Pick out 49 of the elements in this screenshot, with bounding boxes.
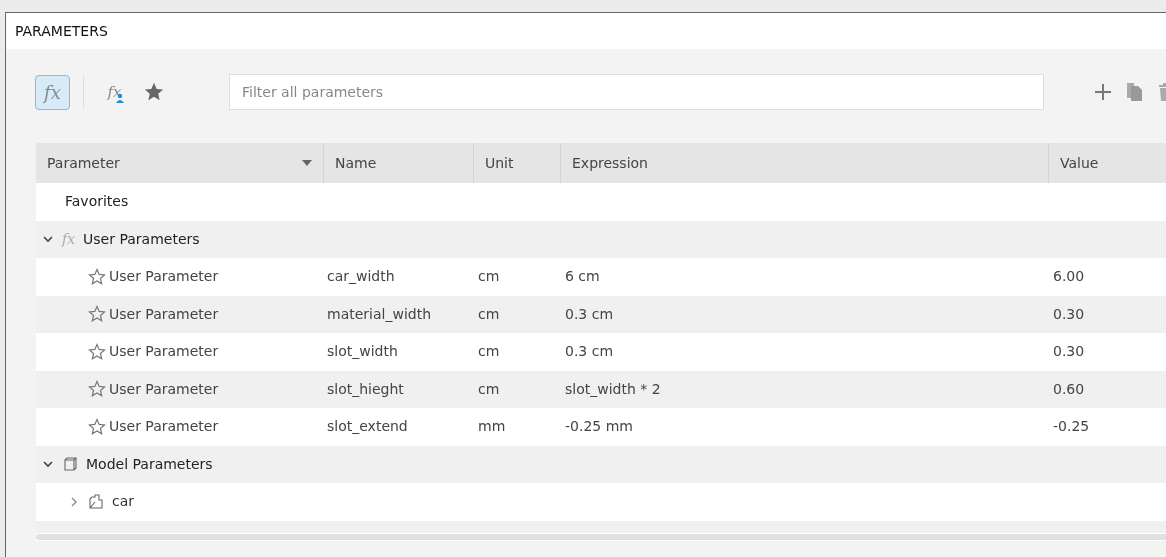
table-cell: -0.25 — [1053, 418, 1090, 435]
table-cell: 0.3 cm — [565, 343, 614, 360]
cube-icon — [62, 456, 78, 473]
table-cell: -0.25 mm — [565, 418, 633, 435]
parameter-row[interactable]: User Parameter slot_extend mm -0.25 mm -0.25 — [36, 408, 1166, 446]
add-icon[interactable] — [1094, 83, 1112, 101]
group-label: Favorites — [65, 192, 129, 212]
component-icon — [88, 493, 104, 510]
table-cell-text: User Parameter — [109, 379, 219, 399]
table-cell: car_width — [327, 268, 395, 285]
copy-icon[interactable] — [1126, 82, 1144, 102]
table-cell: mm — [478, 418, 506, 435]
table-cell-text: User Parameter — [109, 342, 219, 362]
table-cell: slot_width — [327, 343, 398, 360]
parameter-row[interactable]: User Parameter slot_width cm 0.3 cm 0.30 — [36, 333, 1166, 371]
horizontal-scrollbar[interactable] — [36, 532, 1166, 541]
table-cell: slot_width * 2 — [565, 380, 661, 397]
star-outline-icon[interactable] — [88, 305, 106, 324]
table-cell: 0.30 — [1053, 343, 1085, 360]
function-icon: fx — [62, 228, 76, 250]
star-outline-icon[interactable] — [88, 380, 106, 399]
table-cell-text: User Parameter — [109, 267, 219, 287]
dropdown-icon[interactable] — [302, 160, 312, 166]
table-cell: 0.3 cm — [565, 305, 614, 322]
table-cell: material_width — [327, 305, 432, 322]
star-outline-icon[interactable] — [88, 267, 106, 286]
filter-field[interactable]: Filter all parameters — [229, 74, 1044, 110]
star-icon — [142, 81, 165, 103]
table-cell: slot_hieght — [327, 380, 404, 397]
table-cell: slot_extend — [327, 418, 408, 435]
star-outline-icon[interactable] — [88, 417, 106, 436]
table-cell: cm — [478, 305, 500, 322]
group-label: User Parameters — [83, 229, 200, 249]
table-cell-text: User Parameter — [109, 304, 219, 324]
table-cell: cm — [478, 268, 500, 285]
tree-row[interactable]: car — [36, 483, 1166, 521]
table-cell: 6 cm — [565, 268, 600, 285]
parameter-row[interactable]: User Parameter car_width cm 6 cm 6.00 — [36, 258, 1166, 296]
table-cell: cm — [478, 380, 500, 397]
group-label: Model Parameters — [86, 454, 213, 474]
table-cell-text: User Parameter — [109, 417, 219, 437]
column-header[interactable]: Parameter — [36, 143, 323, 183]
table-cell: 0.30 — [1053, 305, 1085, 322]
table-cell: cm — [478, 343, 500, 360]
table-cell: 6.00 — [1053, 268, 1085, 285]
tree-label: car — [112, 492, 135, 512]
star-outline-icon[interactable] — [88, 342, 106, 361]
window-title: PARAMETERS — [15, 21, 108, 41]
table-cell: 0.60 — [1053, 380, 1085, 397]
